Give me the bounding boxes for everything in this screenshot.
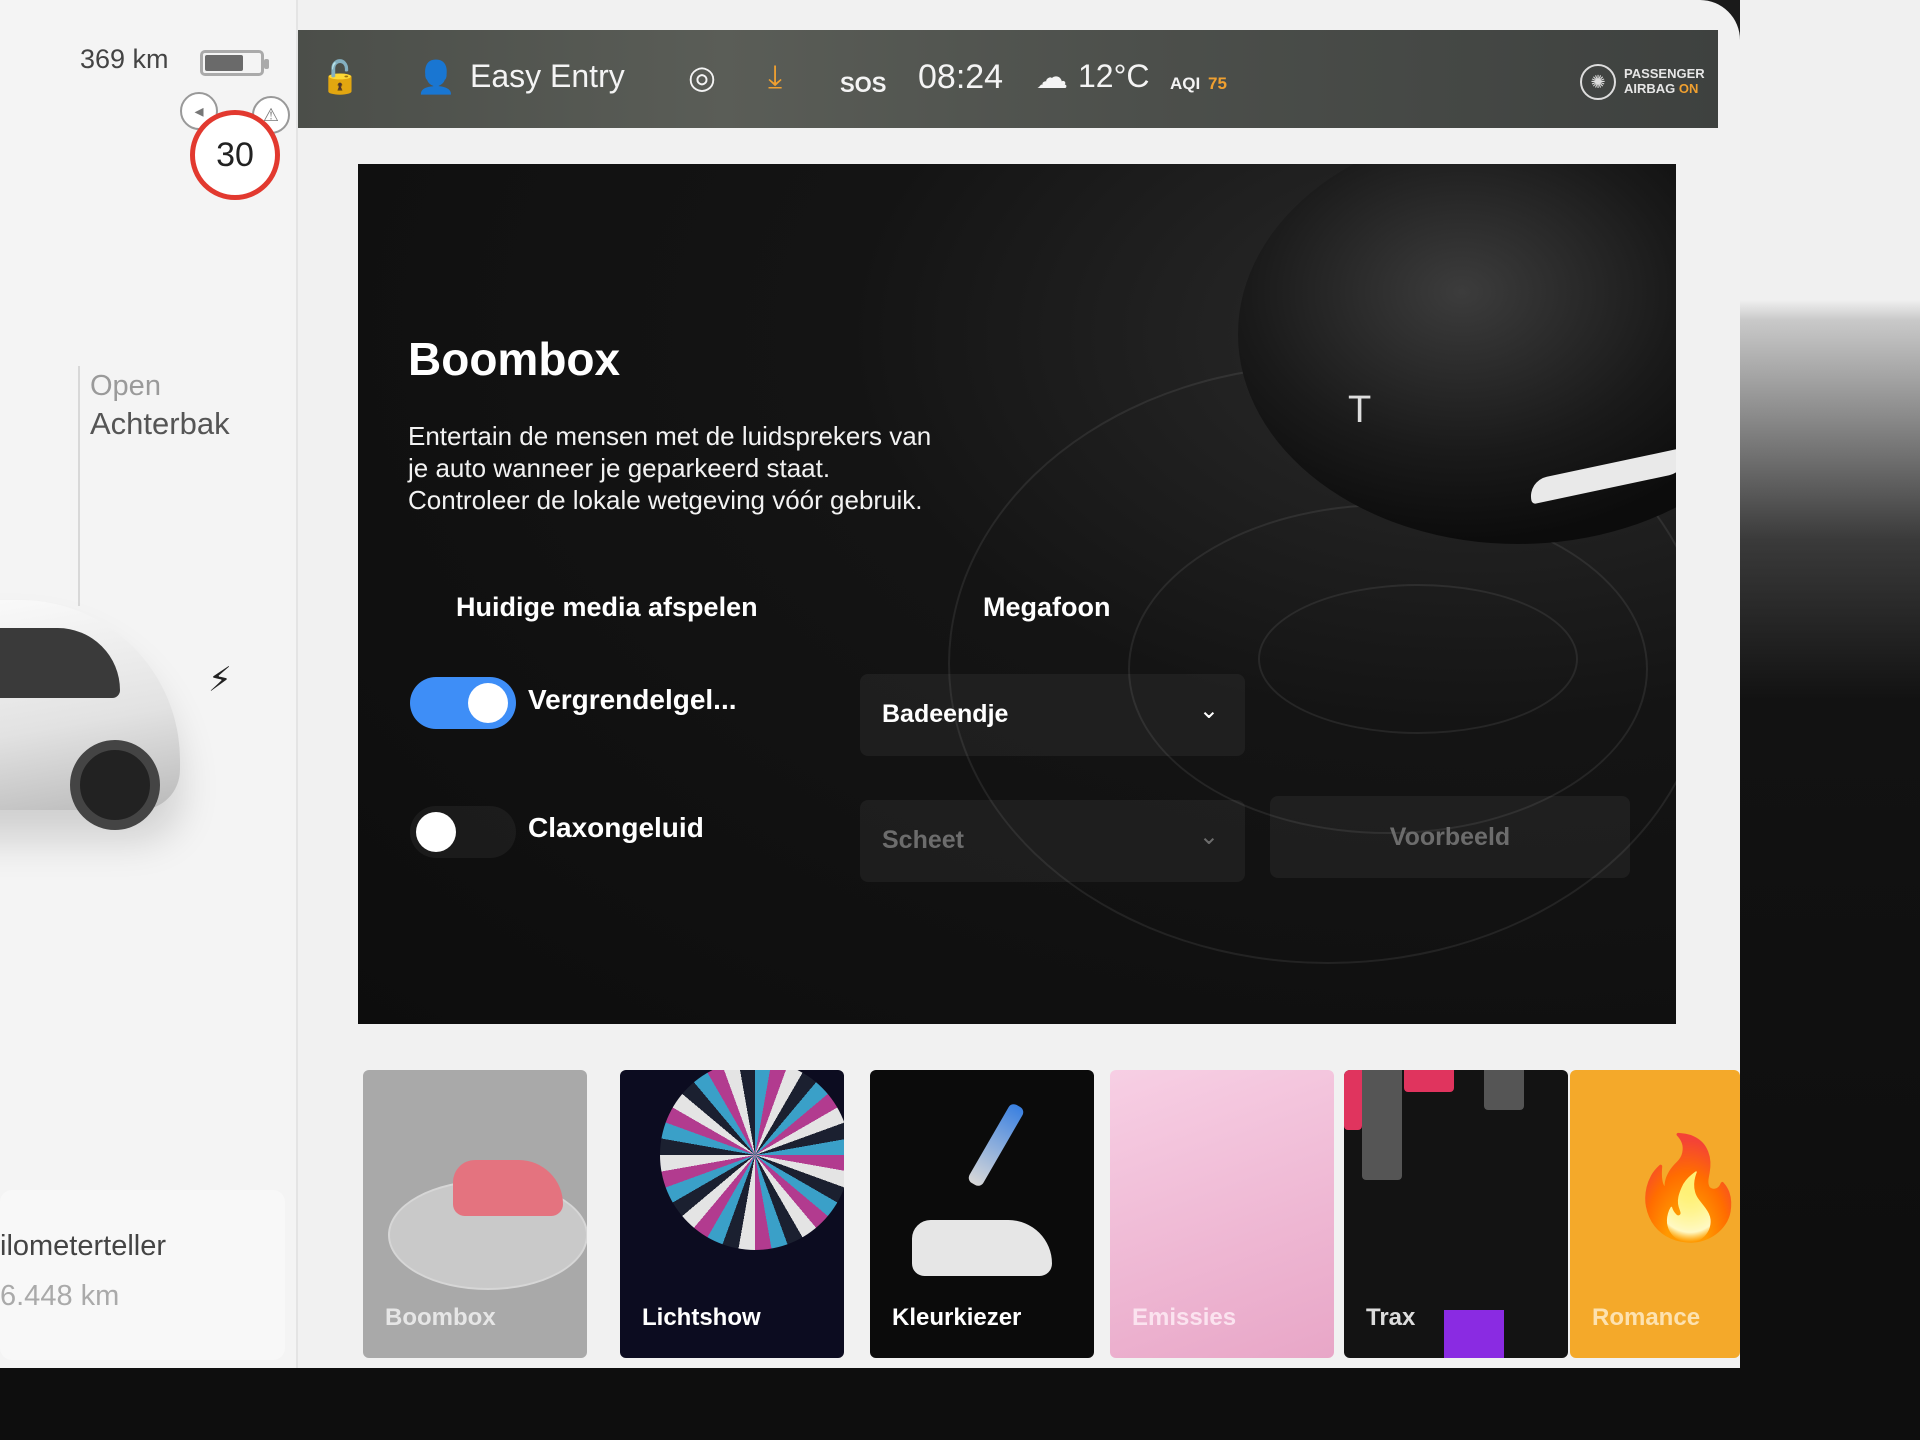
sos-icon[interactable]: SOS: [840, 72, 886, 98]
airbag-icon: ✺: [1580, 64, 1616, 100]
panel-title: Boombox: [408, 333, 621, 385]
car-status-pane: 369 km ◂ ⚠ 30 Open Achterbak ⚡ ilometert…: [0, 0, 298, 1368]
airbag-line-1: PASSENGER: [1624, 66, 1705, 81]
status-bar: 🔓 👤 Easy Entry ◎ ⤓ SOS 08:24 ☁ 12°C AQI …: [298, 30, 1718, 128]
aqi-value: 75: [1208, 74, 1227, 93]
piano-key: [1362, 1070, 1402, 1180]
tile-car-graphic: [453, 1160, 563, 1216]
tile-label: Boombox: [385, 1304, 496, 1331]
chevron-down-icon: ⌄: [1198, 697, 1219, 724]
description-line: je auto wanneer je geparkeerd staat.: [408, 453, 831, 483]
tile-car-graphic: [912, 1220, 1052, 1276]
lock-sound-label: Vergrendelgel...: [528, 684, 737, 715]
odometer-label: ilometerteller: [0, 1230, 166, 1262]
disco-ball-icon: [660, 1070, 844, 1250]
tile-lightshow[interactable]: Lichtshow: [620, 1070, 844, 1358]
clock: 08:24: [918, 58, 1004, 96]
battery-icon: [200, 50, 269, 76]
tile-emissions[interactable]: Emissies: [1110, 1070, 1334, 1358]
horn-sound-toggle[interactable]: [410, 806, 516, 858]
tile-boombox[interactable]: Boombox: [363, 1070, 587, 1358]
trunk-label: Achterbak: [90, 406, 230, 441]
charge-icon[interactable]: ⚡: [208, 660, 232, 700]
lock-icon[interactable]: 🔓: [320, 58, 360, 96]
tile-trax[interactable]: Trax: [1344, 1070, 1568, 1358]
weather-icon: ☁: [1036, 59, 1068, 95]
airbag-state: ON: [1678, 81, 1699, 96]
eyedropper-icon: [966, 1102, 1026, 1188]
preview-button[interactable]: Voorbeeld: [1270, 796, 1630, 878]
driver-profile-name[interactable]: Easy Entry: [470, 58, 625, 95]
tesla-logo-icon: T: [1348, 389, 1372, 431]
person-icon[interactable]: 👤: [416, 58, 456, 96]
trunk-open-button[interactable]: Open: [90, 370, 161, 403]
boombox-panel: T Boombox Entertain de mensen met de lui…: [358, 164, 1676, 1024]
tile-label: Romance: [1592, 1304, 1701, 1331]
tab-megaphone[interactable]: Megafoon: [983, 592, 1111, 623]
sound-ring: [1258, 584, 1578, 734]
outside-temperature: 12°C: [1078, 58, 1150, 94]
horn-sound-select[interactable]: Scheet ⌄: [860, 800, 1245, 882]
toggle-knob: [468, 683, 508, 723]
horn-sound-label: Claxongeluid: [528, 812, 704, 843]
screen-bezel-background: [1740, 0, 1920, 1440]
horn-sound-value: Scheet: [882, 826, 964, 854]
odometer-value: 6.448 km: [0, 1280, 120, 1312]
toggle-knob: [416, 812, 456, 852]
lock-sound-select[interactable]: Badeendje ⌄: [860, 674, 1245, 756]
aqi-label: AQI: [1170, 74, 1201, 93]
panel-description: Entertain de mensen met de luidsprekers …: [408, 420, 1028, 516]
chevron-down-icon: ⌄: [1198, 823, 1219, 850]
piano-key: [1484, 1070, 1524, 1110]
tile-label: Kleurkiezer: [892, 1304, 1022, 1331]
speed-limit-sign: 30: [190, 110, 280, 200]
trax-note-block: [1444, 1310, 1504, 1358]
download-icon[interactable]: ⤓: [768, 58, 782, 96]
tab-play-current-media[interactable]: Huidige media afspelen: [456, 592, 758, 623]
target-icon[interactable]: ◎: [688, 58, 716, 96]
passenger-airbag-status: PASSENGER AIRBAG ON: [1624, 66, 1705, 96]
airbag-line-2: AIRBAG: [1624, 81, 1676, 96]
piano-key: [1344, 1070, 1362, 1130]
fire-icon: 🔥: [1626, 1132, 1740, 1244]
range-readout: 369 km: [80, 44, 169, 74]
touchscreen: 369 km ◂ ⚠ 30 Open Achterbak ⚡ ilometert…: [0, 0, 1740, 1368]
description-line: Controleer de lokale wetgeving vóór gebr…: [408, 485, 923, 515]
trunk-divider: [78, 366, 80, 606]
tile-color-picker[interactable]: Kleurkiezer: [870, 1070, 1094, 1358]
piano-key: [1404, 1070, 1454, 1092]
tile-label: Lichtshow: [642, 1304, 761, 1331]
lock-sound-value: Badeendje: [882, 700, 1009, 728]
lock-sound-toggle[interactable]: [410, 677, 516, 729]
tile-label: Emissies: [1132, 1304, 1237, 1331]
car-wheel: [70, 740, 160, 830]
odometer-card: [0, 1190, 285, 1360]
tile-label: Trax: [1366, 1304, 1416, 1331]
screen-bezel-bottom: [0, 1368, 1920, 1440]
tile-romance[interactable]: 🔥 Romance: [1570, 1070, 1740, 1358]
description-line: Entertain de mensen met de luidsprekers …: [408, 421, 932, 451]
